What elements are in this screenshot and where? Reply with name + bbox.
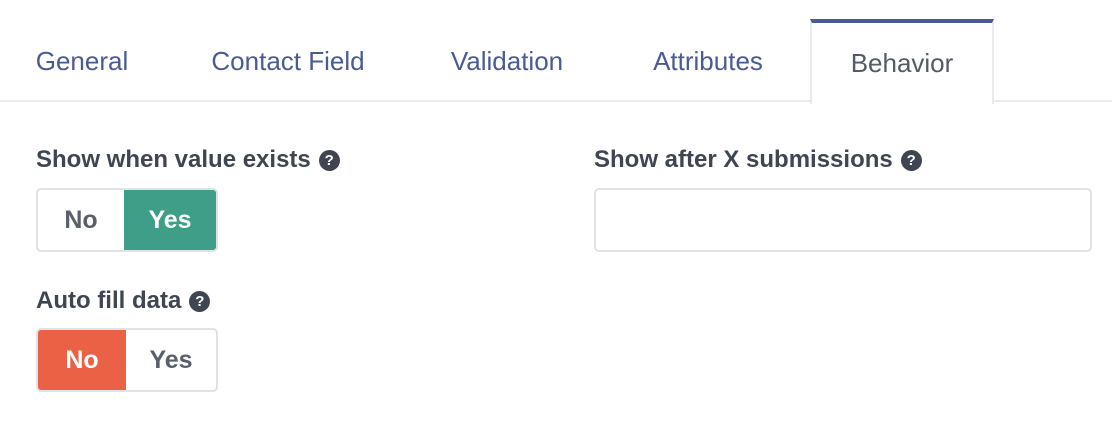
tab-attributes[interactable]: Attributes <box>620 20 796 102</box>
show-after-x-submissions-input[interactable] <box>594 188 1092 252</box>
tab-contact-field[interactable]: Contact Field <box>190 20 386 102</box>
show-when-value-exists-toggle: No Yes <box>36 188 218 252</box>
help-icon[interactable]: ? <box>318 149 340 171</box>
help-icon[interactable]: ? <box>189 290 211 312</box>
help-icon[interactable]: ? <box>900 149 922 171</box>
show-after-x-submissions-label: Show after X submissions ? <box>594 146 922 174</box>
show-after-x-submissions-text: Show after X submissions <box>594 146 893 173</box>
show-when-value-exists-text: Show when value exists <box>36 146 311 173</box>
auto-fill-data-no-button[interactable]: No <box>38 330 126 390</box>
tab-bar: General Contact Field Validation Attribu… <box>0 0 1112 104</box>
auto-fill-data-text: Auto fill data <box>36 287 182 314</box>
show-when-value-exists-label: Show when value exists ? <box>36 146 340 174</box>
show-when-value-exists-no-button[interactable]: No <box>38 190 124 250</box>
show-when-value-exists-yes-button[interactable]: Yes <box>124 190 216 250</box>
tab-behavior[interactable]: Behavior <box>810 19 994 104</box>
tab-general[interactable]: General <box>0 20 164 102</box>
auto-fill-data-toggle: No Yes <box>36 328 218 392</box>
tab-validation[interactable]: Validation <box>420 20 594 102</box>
auto-fill-data-yes-button[interactable]: Yes <box>126 330 216 390</box>
auto-fill-data-label: Auto fill data ? <box>36 287 211 315</box>
